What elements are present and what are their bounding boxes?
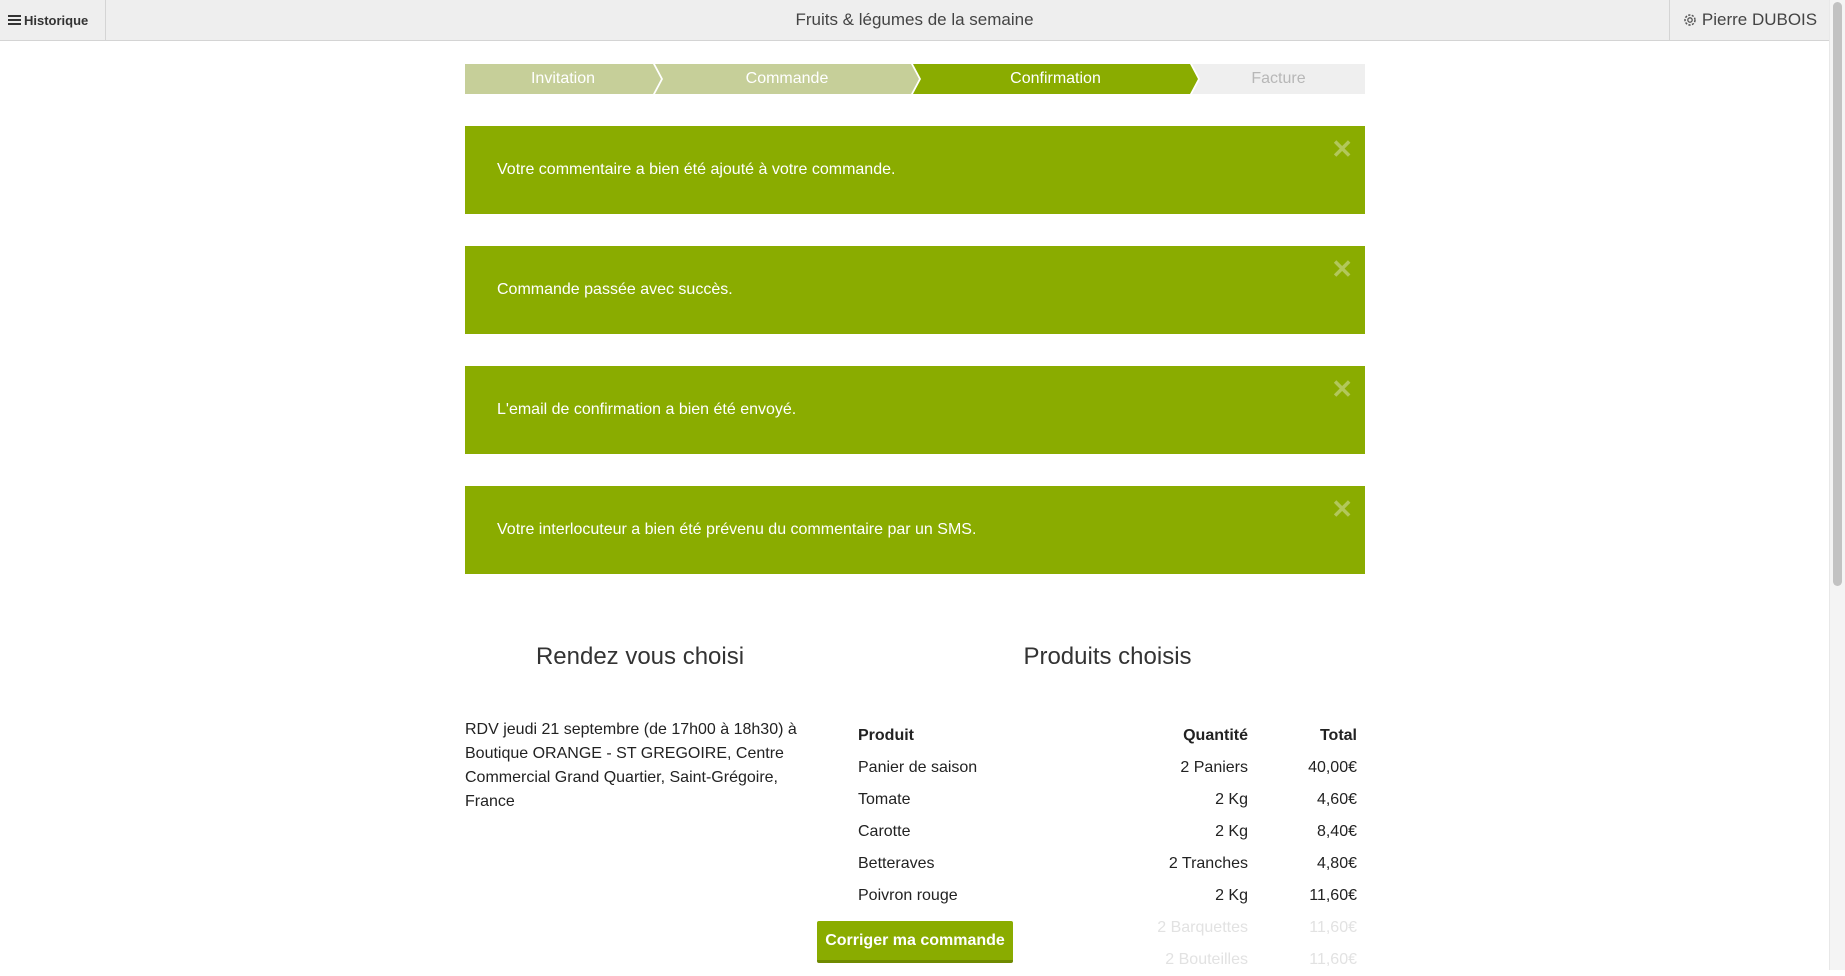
step-commande[interactable]: Commande [655, 64, 919, 94]
user-menu-button[interactable]: Pierre DUBOIS [1669, 0, 1829, 40]
product-total: 8,40€ [1316, 823, 1357, 840]
product-quantity: 2 Tranches [1168, 855, 1248, 872]
table-row: Carotte 2 Kg 8,40€ [850, 816, 1365, 848]
product-quantity: 2 Kg [1215, 791, 1248, 808]
table-row: Panier de saison 2 Paniers 40,00€ [850, 752, 1365, 784]
column-header-quantity: Quantité [1183, 727, 1248, 744]
close-icon[interactable]: ✕ [1331, 376, 1353, 402]
product-quantity: 2 Paniers [1180, 759, 1248, 776]
product-total: 11,60€ [1309, 951, 1357, 968]
vertical-scrollbar[interactable] [1829, 0, 1845, 970]
close-icon[interactable]: ✕ [1331, 136, 1353, 162]
product-total: 4,60€ [1316, 791, 1357, 808]
table-row: Betteraves 2 Tranches 4,80€ [850, 848, 1365, 880]
top-bar: Historique Fruits & légumes de la semain… [0, 0, 1829, 41]
close-icon[interactable]: ✕ [1331, 256, 1353, 282]
page-title: Fruits & légumes de la semaine [795, 10, 1034, 29]
rendezvous-heading: Rendez vous choisi [535, 643, 745, 670]
gear-icon [1684, 14, 1696, 26]
product-quantity: 2 Barquettes [1157, 919, 1248, 936]
alert-message: Votre interlocuteur a bien été prévenu d… [497, 521, 977, 538]
table-row: Poivron rouge 2 Kg 11,60€ [850, 880, 1365, 912]
column-header-total: Total [1319, 727, 1357, 744]
product-quantity: 2 Kg [1215, 823, 1248, 840]
products-heading: Produits choisis [1023, 643, 1192, 670]
order-steps: Invitation Commande Confirmation Facture [465, 64, 1365, 94]
product-quantity: 2 Bouteilles [1165, 951, 1248, 968]
alert-comment-added: Votre commentaire a bien été ajouté à vo… [465, 126, 1365, 214]
history-button[interactable]: Historique [0, 0, 106, 40]
step-facture: Facture [1192, 64, 1365, 94]
table-row: Tomate 2 Kg 4,60€ [850, 784, 1365, 816]
product-name: Poivron rouge [858, 887, 958, 904]
fix-order-button[interactable]: Corriger ma commande [817, 921, 1013, 963]
product-total: 4,80€ [1316, 855, 1357, 872]
product-name: Betteraves [858, 855, 935, 872]
step-invitation[interactable]: Invitation [465, 64, 661, 94]
alert-email-sent: L'email de confirmation a bien été envoy… [465, 366, 1365, 454]
step-confirmation[interactable]: Confirmation [913, 64, 1198, 94]
table-header-row: Produit Quantité Total [850, 720, 1365, 752]
product-name: Panier de saison [858, 759, 978, 776]
product-name: Tomate [858, 791, 911, 808]
rendezvous-text: RDV jeudi 21 septembre (de 17h00 à 18h30… [465, 721, 797, 810]
hamburger-icon [8, 13, 21, 27]
product-name: Carotte [858, 823, 911, 840]
product-total: 11,60€ [1309, 887, 1357, 904]
column-header-product: Produit [858, 727, 914, 744]
scrollbar-thumb[interactable] [1833, 2, 1842, 586]
product-total: 40,00€ [1308, 759, 1357, 776]
user-name: Pierre DUBOIS [1701, 10, 1818, 29]
alert-message: L'email de confirmation a bien été envoy… [497, 401, 797, 418]
alert-message: Commande passée avec succès. [497, 281, 733, 298]
alert-sms-sent: Votre interlocuteur a bien été prévenu d… [465, 486, 1365, 574]
alert-message: Votre commentaire a bien été ajouté à vo… [497, 161, 896, 178]
history-label: Historique [24, 12, 89, 28]
alert-order-success: Commande passée avec succès. ✕ [465, 246, 1365, 334]
product-total: 11,60€ [1309, 919, 1357, 936]
product-quantity: 2 Kg [1215, 887, 1248, 904]
close-icon[interactable]: ✕ [1331, 496, 1353, 522]
